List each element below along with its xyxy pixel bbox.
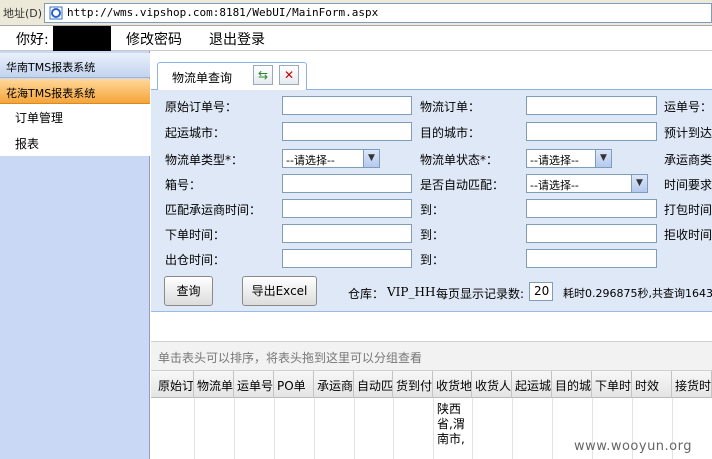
logistics-status-value: --请选择--	[530, 154, 579, 167]
label-box-number: 箱号：	[165, 178, 202, 192]
warehouse-label: 仓库：	[348, 287, 385, 301]
auto-match-value: --请选择--	[530, 179, 579, 192]
grid-divider	[194, 398, 195, 459]
label-carrier-type: 承运商类	[664, 153, 712, 167]
query-button[interactable]: 查询	[164, 276, 213, 306]
column-header[interactable]: PO单	[274, 371, 314, 398]
address-bar: 地址(D) http://wms.vipshop.com:8181/WebUI/…	[0, 0, 712, 26]
query-timing: 耗时0.296875秒,共查询16438	[563, 287, 712, 300]
grid-divider	[552, 398, 553, 459]
table-cell-address: 陕西省,渭南市,	[437, 402, 465, 446]
column-header[interactable]: 下单时	[592, 371, 632, 398]
logistics-order-input[interactable]	[526, 96, 657, 115]
column-header[interactable]: 接货时	[672, 371, 712, 398]
grid-divider	[274, 398, 275, 459]
export-excel-button[interactable]: 导出Excel	[242, 276, 317, 306]
grid-divider	[354, 398, 355, 459]
label-destination-city: 目的城市：	[420, 126, 481, 140]
change-password-link[interactable]: 修改密码	[126, 29, 182, 49]
sidebar: 华南TMS报表系统 花海TMS报表系统 订单管理 报表	[0, 51, 150, 459]
chevron-down-icon: ▼	[595, 150, 611, 167]
label-logistics-type: 物流单类型*：	[165, 153, 244, 167]
column-header[interactable]: 目的城	[552, 371, 592, 398]
auto-match-select[interactable]: --请选择-- ▼	[526, 174, 648, 193]
match-time-start-input[interactable]	[282, 199, 412, 218]
label-pack-time: 打包时间	[664, 203, 712, 217]
grid-divider	[433, 398, 434, 459]
address-label: 地址(D)	[3, 7, 43, 20]
label-original-order: 原始订单号：	[165, 100, 238, 114]
match-time-end-input[interactable]	[526, 199, 657, 218]
sidebar-item-orders[interactable]: 订单管理	[0, 104, 150, 130]
outbound-time-start-input[interactable]	[282, 249, 412, 268]
label-eta: 预计到达	[664, 126, 712, 140]
close-icon[interactable]: ✕	[279, 65, 299, 85]
logout-link[interactable]: 退出登录	[209, 29, 265, 49]
label-time-requirement: 时间要求	[664, 178, 712, 192]
logistics-type-select[interactable]: --请选择-- ▼	[282, 149, 380, 168]
page-size-label: 每页显示记录数:	[436, 287, 525, 301]
original-order-input[interactable]	[282, 96, 412, 115]
app-window: 地址(D) http://wms.vipshop.com:8181/WebUI/…	[0, 0, 712, 459]
order-time-start-input[interactable]	[282, 224, 412, 243]
username-redaction	[53, 26, 111, 51]
chevron-down-icon: ▼	[363, 150, 379, 167]
column-header[interactable]: 时效	[632, 371, 672, 398]
label-outbound-time: 出仓时间：	[165, 253, 226, 267]
column-header[interactable]: 运单号	[234, 371, 274, 398]
address-url: http://wms.vipshop.com:8181/WebUI/MainFo…	[67, 6, 379, 19]
browser-page-icon	[49, 6, 63, 20]
column-header[interactable]: 收货人	[472, 371, 512, 398]
column-header[interactable]: 原始订	[155, 371, 194, 398]
group-by-hint: 单击表头可以排序，将表头拖到这里可以分组查看	[151, 341, 712, 371]
column-header[interactable]: 收货地	[433, 371, 472, 398]
order-time-end-input[interactable]	[526, 224, 657, 243]
label-reject-time: 拒收时间	[664, 228, 712, 242]
top-bar: 你好: 修改密码 退出登录	[0, 26, 712, 51]
sidebar-header-south[interactable]: 华南TMS报表系统	[0, 53, 150, 78]
greeting-label: 你好:	[16, 32, 49, 48]
origin-city-input[interactable]	[282, 122, 412, 141]
label-to: 到：	[420, 253, 445, 267]
column-header[interactable]: 自动匹	[354, 371, 393, 398]
grid-divider	[234, 398, 235, 459]
watermark: www.wooyun.org	[574, 439, 693, 454]
warehouse-value: VIP_HH	[387, 285, 436, 299]
label-to: 到：	[420, 228, 445, 242]
grid-divider	[512, 398, 513, 459]
outbound-time-end-input[interactable]	[526, 249, 657, 268]
toolbar-spacer	[151, 313, 712, 341]
label-logistics-status: 物流单状态*：	[420, 153, 499, 167]
address-input[interactable]: http://wms.vipshop.com:8181/WebUI/MainFo…	[44, 3, 712, 23]
label-auto-match: 是否自动匹配：	[420, 178, 505, 192]
logistics-status-select[interactable]: --请选择-- ▼	[526, 149, 612, 168]
grid-divider	[393, 398, 394, 459]
column-header[interactable]: 货到付	[393, 371, 433, 398]
grid-header: 原始订 物流单 运单号 PO单 承运商 自动匹 货到付 收货地 收货人 起运城 …	[151, 371, 712, 398]
tab-logistics-query[interactable]: 物流单查询 ⇆ ✕	[157, 62, 307, 90]
label-waybill: 运单号：	[664, 100, 712, 114]
label-match-carrier-time: 匹配承运商时间：	[165, 203, 262, 217]
query-form: 原始订单号： 物流订单： 运单号： 起运城市： 目的城市： 预计到达 物流单类型…	[151, 90, 712, 312]
destination-city-input[interactable]	[526, 122, 657, 141]
sidebar-header-huahai[interactable]: 花海TMS报表系统	[0, 79, 150, 104]
chevron-down-icon: ▼	[631, 175, 647, 192]
label-to: 到：	[420, 203, 445, 217]
box-number-input[interactable]	[282, 174, 412, 193]
tab-label: 物流单查询	[172, 71, 233, 85]
label-origin-city: 起运城市：	[165, 126, 226, 140]
column-header[interactable]: 物流单	[194, 371, 234, 398]
refresh-icon[interactable]: ⇆	[253, 65, 273, 85]
label-logistics-order: 物流订单：	[420, 100, 481, 114]
sidebar-item-reports[interactable]: 报表	[0, 130, 150, 156]
grid-divider	[472, 398, 473, 459]
column-header[interactable]: 起运城	[512, 371, 552, 398]
tab-strip: 物流单查询 ⇆ ✕	[151, 51, 712, 90]
label-order-time: 下单时间：	[165, 228, 226, 242]
column-header[interactable]: 承运商	[314, 371, 354, 398]
logistics-type-value: --请选择--	[286, 154, 335, 167]
grid-divider	[314, 398, 315, 459]
page-size-input[interactable]: 20	[529, 282, 553, 301]
sidebar-menu: 订单管理 报表	[0, 104, 150, 156]
